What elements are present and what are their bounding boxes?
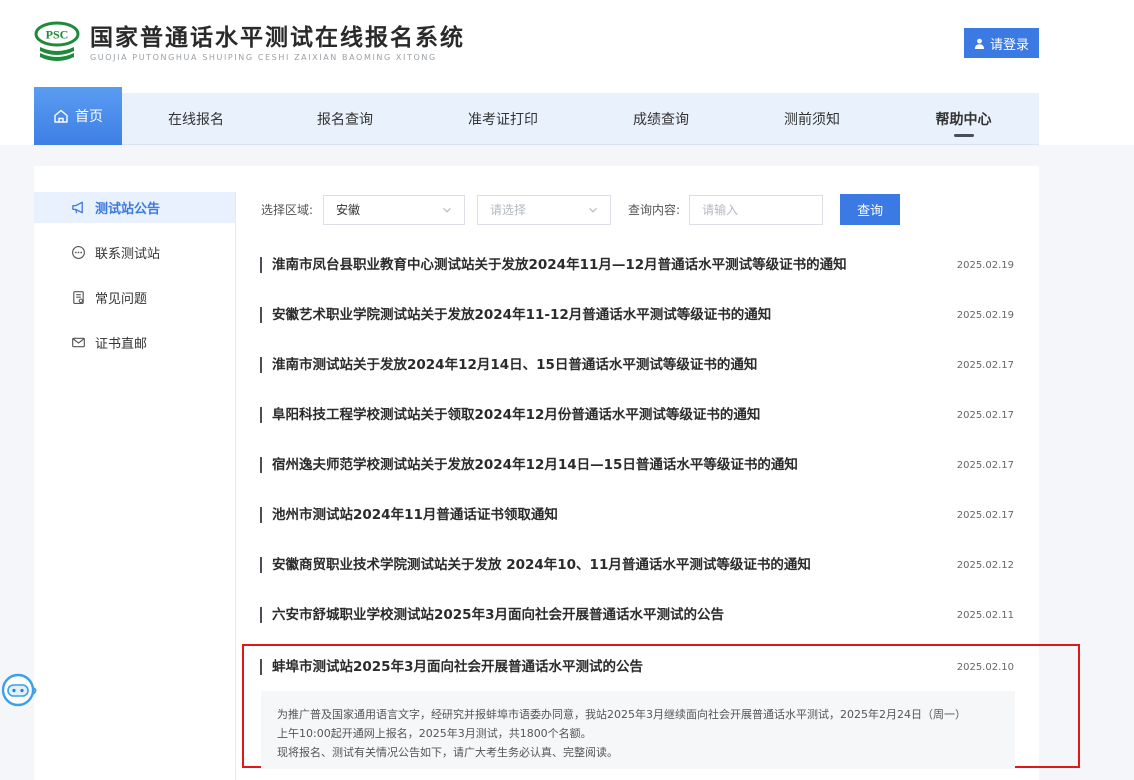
notice-title: 六安市舒城职业学校测试站2025年3月面向社会开展普通话水平测试的公告 — [260, 607, 724, 623]
expanded-notice: 蚌埠市测试站2025年3月面向社会开展普通话水平测试的公告 2025.02.10… — [242, 644, 1080, 769]
notice-title: 蚌埠市测试站2025年3月面向社会开展普通话水平测试的公告 — [260, 659, 643, 675]
sidebar-item-label: 常见问题 — [95, 292, 148, 307]
notice-date: 2025.02.17 — [956, 459, 1014, 471]
summary-line: 为推广普及国家通用语言文字，经研究并报蚌埠市语委办同意，我站2025年3月继续面… — [277, 708, 966, 721]
notice-title: 安徽艺术职业学院测试站关于发放2024年11-12月普通话水平测试等级证书的通知 — [260, 307, 771, 323]
summary-line: 上午10:00起开通网上报名，2025年3月测试，共1800个名额。 — [277, 727, 592, 740]
notice-summary: 为推广普及国家通用语言文字，经研究并报蚌埠市语委办同意，我站2025年3月继续面… — [261, 691, 1015, 769]
notice-date: 2025.02.17 — [956, 509, 1014, 521]
sidebar-item-faq[interactable]: 常见问题 — [34, 282, 235, 313]
assistant-robot-icon[interactable] — [0, 670, 40, 710]
nav-admission-ticket-print[interactable]: 准考证打印 — [420, 93, 586, 145]
sidebar-item-station-notices[interactable]: 测试站公告 — [34, 192, 235, 223]
subregion-select[interactable]: 请选择 — [477, 194, 612, 225]
notice-date: 2025.02.17 — [956, 409, 1014, 421]
psc-logo-icon: PSC — [34, 20, 80, 66]
login-button[interactable]: 请登录 — [964, 28, 1039, 58]
notice-date: 2025.02.11 — [956, 609, 1014, 621]
notice-title: 阜阳科技工程学校测试站关于领取2024年12月份普通话水平测试等级证书的通知 — [260, 407, 760, 423]
region-select[interactable]: 安徽 — [323, 194, 466, 225]
content-panel: 测试站公告 联系测试站 常见问题 证书直邮 选择区域: 安徽 请选择 查询内容:… — [34, 166, 1080, 780]
sidebar-item-certificate-mail[interactable]: 证书直邮 — [34, 327, 235, 358]
notice-list: 淮南市凤台县职业教育中心测试站关于发放2024年11月—12月普通话水平测试等级… — [260, 240, 1014, 640]
notice-date: 2025.02.12 — [956, 559, 1014, 571]
query-content-input[interactable] — [689, 194, 824, 225]
sidebar-item-contact-station[interactable]: 联系测试站 — [34, 237, 235, 268]
home-icon — [54, 109, 68, 123]
notice-date: 2025.02.10 — [956, 661, 1014, 673]
list-item[interactable]: 池州市测试站2024年11月普通话证书领取通知 2025.02.17 — [260, 490, 1014, 540]
list-item[interactable]: 阜阳科技工程学校测试站关于领取2024年12月份普通话水平测试等级证书的通知 2… — [260, 390, 1014, 440]
list-item[interactable]: 淮南市测试站关于发放2024年12月14日、15日普通话水平测试等级证书的通知 … — [260, 340, 1014, 390]
nav-pre-test-notes[interactable]: 测前须知 — [736, 93, 888, 145]
list-item[interactable]: 六安市舒城职业学校测试站2025年3月面向社会开展普通话水平测试的公告 2025… — [260, 590, 1014, 640]
sidebar-item-label: 测试站公告 — [95, 202, 161, 217]
nav-score-query[interactable]: 成绩查询 — [586, 93, 736, 145]
list-item[interactable]: 安徽艺术职业学院测试站关于发放2024年11-12月普通话水平测试等级证书的通知… — [260, 290, 1014, 340]
notice-date: 2025.02.19 — [956, 259, 1014, 271]
megaphone-icon — [72, 201, 83, 214]
chat-icon — [72, 246, 85, 259]
nav-help-center[interactable]: 帮助中心 — [888, 93, 1039, 145]
notice-title: 宿州逸夫师范学校测试站关于发放2024年12月14日—15日普通话水平等级证书的… — [260, 457, 798, 473]
notice-title: 池州市测试站2024年11月普通话证书领取通知 — [260, 507, 558, 523]
site-logo[interactable]: PSC 国家普通话水平测试在线报名系统 GUOJIA PUTONGHUA SHU… — [34, 20, 465, 66]
expanded-notice-header[interactable]: 蚌埠市测试站2025年3月面向社会开展普通话水平测试的公告 2025.02.10 — [260, 646, 1014, 688]
content-label: 查询内容: — [628, 203, 681, 217]
notice-title: 安徽商贸职业技术学院测试站关于发放 2024年10、11月普通话水平测试等级证书… — [260, 557, 811, 573]
summary-line: 现将报名、测试有关情况公告如下，请广大考生务必认真、完整阅读。 — [277, 746, 618, 759]
notice-title: 淮南市凤台县职业教育中心测试站关于发放2024年11月—12月普通话水平测试等级… — [260, 257, 847, 273]
sidebar: 测试站公告 联系测试站 常见问题 证书直邮 — [34, 192, 235, 372]
nav-home-label: 首页 — [75, 109, 103, 125]
sidebar-item-label: 联系测试站 — [95, 247, 161, 262]
header: PSC 国家普通话水平测试在线报名系统 GUOJIA PUTONGHUA SHU… — [0, 0, 1134, 145]
site-title: 国家普通话水平测试在线报名系统 — [90, 24, 465, 51]
sidebar-divider — [235, 192, 236, 780]
chevron-down-icon — [443, 207, 451, 213]
list-item[interactable]: 淮南市凤台县职业教育中心测试站关于发放2024年11月—12月普通话水平测试等级… — [260, 240, 1014, 290]
list-item[interactable]: 宿州逸夫师范学校测试站关于发放2024年12月14日—15日普通话水平等级证书的… — [260, 440, 1014, 490]
list-item[interactable]: 安徽商贸职业技术学院测试站关于发放 2024年10、11月普通话水平测试等级证书… — [260, 540, 1014, 590]
region-label: 选择区域: — [261, 203, 314, 217]
document-icon — [73, 291, 84, 304]
notice-date: 2025.02.17 — [956, 359, 1014, 371]
user-icon — [974, 38, 985, 49]
login-label: 请登录 — [989, 36, 1029, 52]
site-subtitle: GUOJIA PUTONGHUA SHUIPING CESHI ZAIXIAN … — [90, 53, 437, 62]
sidebar-item-label: 证书直邮 — [95, 337, 148, 352]
svg-text:PSC: PSC — [46, 28, 69, 42]
mail-icon — [72, 337, 85, 348]
region-select-value: 安徽 — [336, 203, 361, 217]
notice-title: 淮南市测试站关于发放2024年12月14日、15日普通话水平测试等级证书的通知 — [260, 357, 757, 373]
subregion-select-placeholder: 请选择 — [490, 203, 527, 217]
main-nav: 首页 在线报名 报名查询 准考证打印 成绩查询 测前须知 帮助中心 — [34, 87, 1039, 145]
nav-registration-query[interactable]: 报名查询 — [270, 93, 420, 145]
nav-online-registration[interactable]: 在线报名 — [122, 93, 270, 145]
filter-bar: 选择区域: 安徽 请选择 查询内容: 查询 — [261, 194, 901, 225]
notice-date: 2025.02.19 — [956, 309, 1014, 321]
chevron-down-icon — [589, 207, 597, 213]
nav-home[interactable]: 首页 — [34, 87, 122, 145]
query-button[interactable]: 查询 — [840, 194, 901, 225]
